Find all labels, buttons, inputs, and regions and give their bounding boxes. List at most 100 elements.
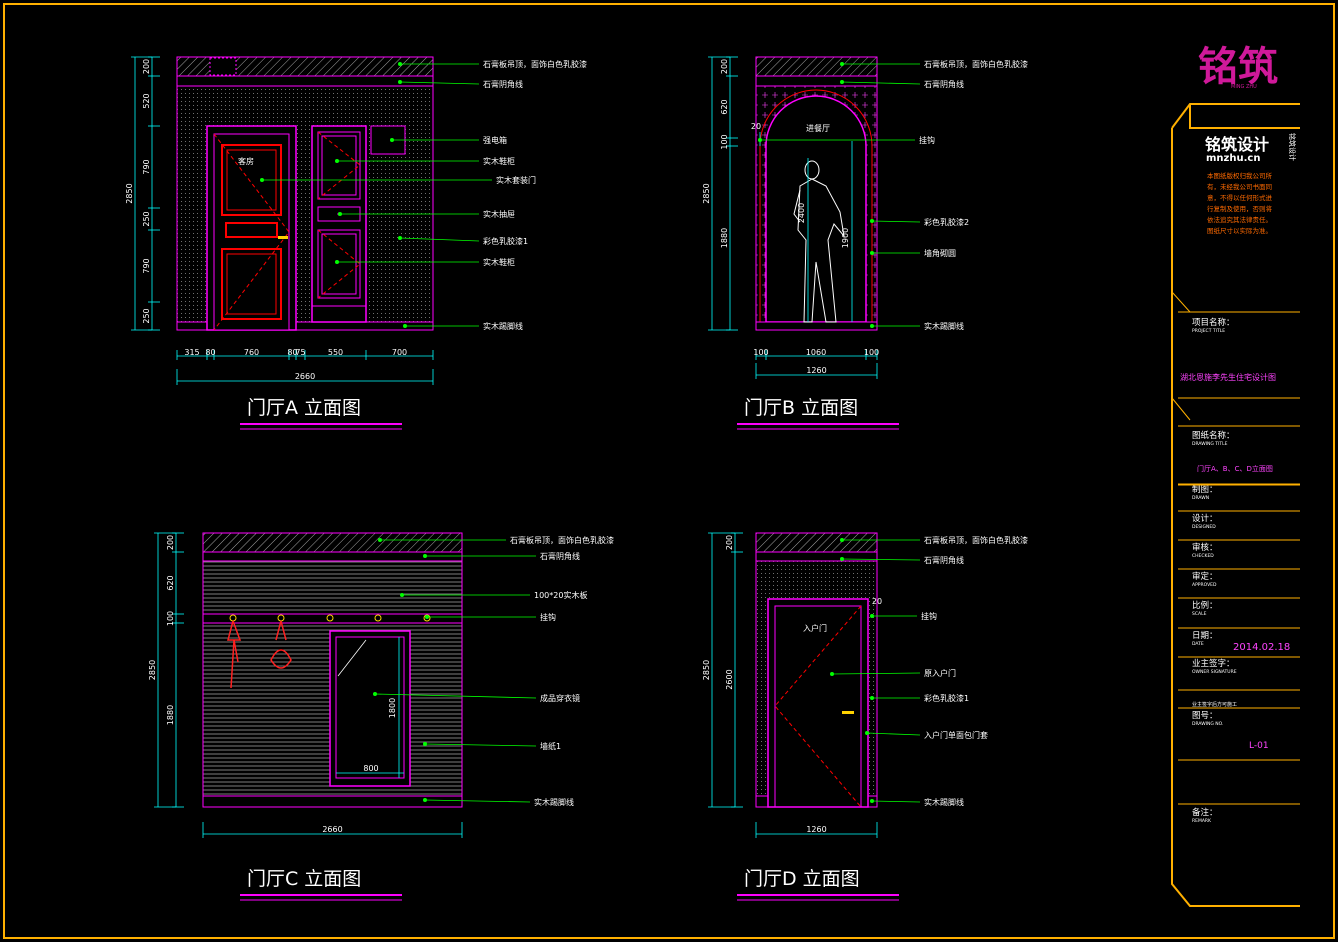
company-name: 铭筑设计 xyxy=(1205,135,1269,154)
dim-label: 1060 xyxy=(806,348,826,357)
callout-label: 石膏板吊顶，面饰白色乳胶漆 xyxy=(924,59,1028,69)
callout-label: 挂钩 xyxy=(540,612,556,622)
tb-row-label: 制图： xyxy=(1192,484,1218,495)
callout-label: 实木套装门 xyxy=(496,175,536,185)
elev-d-door-text: 入户门 xyxy=(803,623,827,633)
tb-row-label: 审核： xyxy=(1192,542,1218,553)
elev-a-shoe-cabinet xyxy=(311,125,367,323)
dim-label: 315 xyxy=(184,348,199,357)
callout-label: 石膏阴角线 xyxy=(483,79,523,89)
dim-label: 700 xyxy=(392,348,407,357)
title-elev-b: 门厅B 立面图 xyxy=(744,397,858,419)
company-website: mnzhu.cn xyxy=(1206,153,1260,164)
dim-label: 790 xyxy=(142,258,151,273)
elev-c-ceiling xyxy=(202,532,463,553)
notice-line: 本图纸版权归我公司所 xyxy=(1207,171,1273,180)
dim-label: 200 xyxy=(142,59,151,74)
dim-label: 100 xyxy=(753,348,768,357)
notice-line: 图纸尺寸以实际为准。 xyxy=(1207,226,1272,235)
notice-line: 有，未经我公司书面同 xyxy=(1207,182,1272,191)
notice-line: 依法追究其法律责任。 xyxy=(1207,215,1272,224)
tb-row-label: 日期： xyxy=(1192,631,1218,641)
callout-label: 彩色乳胶漆1 xyxy=(924,693,969,703)
tb-row-label: 图号： xyxy=(1192,711,1218,721)
elevation-d xyxy=(755,532,878,808)
elev-d-cornice xyxy=(755,551,878,562)
dim-label: 2400 xyxy=(797,203,806,223)
dim-label: 790 xyxy=(142,159,151,174)
notice-line: 行复制及使用，否则将 xyxy=(1207,204,1273,213)
title-block-rows: 项目名称：PROJECT TITLE图纸名称：DRAWING TITLE制图：D… xyxy=(1178,311,1300,824)
tb-row-label: 审定： xyxy=(1192,571,1218,582)
dim-label: 200 xyxy=(166,535,175,550)
copyright-notice: 本图纸版权归我公司所有，未经我公司书面同意，不得以任何形式进行复制及使用，否则将… xyxy=(1207,171,1273,235)
dim-label: 1880 xyxy=(166,705,175,725)
tb-row-label: 比例： xyxy=(1192,600,1218,611)
elevation-a xyxy=(176,56,434,331)
logo-mark: 铭筑 xyxy=(1198,43,1278,90)
callout-label: 彩色乳胶漆2 xyxy=(924,217,969,227)
dim-label: 620 xyxy=(166,575,175,590)
owner-note: 业主签字后方可施工 xyxy=(1192,701,1237,708)
notice-line: 意，不得以任何形式进 xyxy=(1207,193,1273,202)
tb-row-label-en: CHECKED xyxy=(1192,553,1214,559)
dim-total: 2850 xyxy=(702,660,711,680)
elev-b-ceiling xyxy=(755,56,878,77)
callout-label: 入户门单面包门套 xyxy=(924,730,988,740)
leader-line xyxy=(871,220,921,223)
tb-row-label: 设计： xyxy=(1192,513,1218,524)
date-value: 2014.02.18 xyxy=(1233,642,1290,653)
tb-row-label-en: DRAWN xyxy=(1192,495,1209,501)
dim-label: 80 xyxy=(205,348,215,357)
callout-label: 彩色乳胶漆1 xyxy=(483,236,528,246)
callout-label: 实木踢脚线 xyxy=(483,321,523,331)
callout-label: 实木踢脚线 xyxy=(924,321,964,331)
tb-row-label-en: DESIGNED xyxy=(1192,524,1216,530)
title-elev-a: 门厅A 立面图 xyxy=(247,397,361,419)
dim-total: 2850 xyxy=(702,183,711,203)
elev-a-door-text: 客房 xyxy=(238,156,254,166)
callout-label: 石膏板吊顶，面饰白色乳胶漆 xyxy=(510,535,614,545)
dim-label: 100 xyxy=(864,348,879,357)
dim-total: 2660 xyxy=(322,825,342,834)
dim-label: 100 xyxy=(166,611,175,626)
dim-label: 75 xyxy=(295,348,305,357)
company-side-tag: 铭筑设计 xyxy=(1288,133,1297,161)
callout-label: 石膏板吊顶，面饰白色乳胶漆 xyxy=(924,535,1028,545)
callout-label: 100*20实木板 xyxy=(534,590,587,600)
drawing-sheet: 2005207902507902502850315 80 760 8075 550 700… xyxy=(3,3,1335,939)
dim-label: 760 xyxy=(244,348,259,357)
dim-label: 520 xyxy=(142,93,151,108)
title-block-border xyxy=(1171,103,1300,907)
callout-label: 墙纸1 xyxy=(540,741,561,751)
dim-label: 250 xyxy=(142,211,151,226)
dim-label: 2600 xyxy=(725,669,734,689)
leader-line xyxy=(871,800,921,803)
callout-label: 实木踢脚线 xyxy=(924,797,964,807)
dim-label: 1880 xyxy=(720,228,729,248)
tb-row-label-en: SCALE xyxy=(1192,611,1207,617)
title-block: 铭筑 MING ZHU 铭筑设计 mnzhu.cn 铭筑设计 本图纸版权归我公司… xyxy=(1171,43,1300,907)
elev-b-arch-text: 进餐厅 xyxy=(806,124,830,133)
callout-label: 石膏板吊顶，面饰白色乳胶漆 xyxy=(483,59,587,69)
tb-row-label-en: DATE xyxy=(1192,641,1204,647)
elev-a-cornice xyxy=(176,75,434,87)
tb-row-label-en: DRAWING NO. xyxy=(1192,721,1223,727)
callout-label: 实木鞋柜 xyxy=(483,156,515,166)
dim-total: 2660 xyxy=(295,372,315,381)
project-name: 湖北恩施李先生住宅设计图 xyxy=(1180,372,1276,382)
tb-row-label-en: OWNER SIGNATURE xyxy=(1192,669,1237,675)
elev-c-mirror xyxy=(329,630,411,787)
dim-label: 550 xyxy=(328,348,343,357)
elev-a-vent xyxy=(209,57,237,76)
dim-total: 1260 xyxy=(806,366,826,375)
dim-total: 2850 xyxy=(148,660,157,680)
dim-label: 800 xyxy=(363,764,378,773)
callout-label: 实木踢脚线 xyxy=(534,797,574,807)
title-elev-d: 门厅D 立面图 xyxy=(744,868,860,890)
dim-label: 20 xyxy=(751,122,761,131)
drawing-number: L-01 xyxy=(1249,741,1269,751)
elevation-b xyxy=(755,56,878,331)
logo-subtext: MING ZHU xyxy=(1231,84,1257,90)
tb-row-label-en: REMARK xyxy=(1192,818,1212,824)
